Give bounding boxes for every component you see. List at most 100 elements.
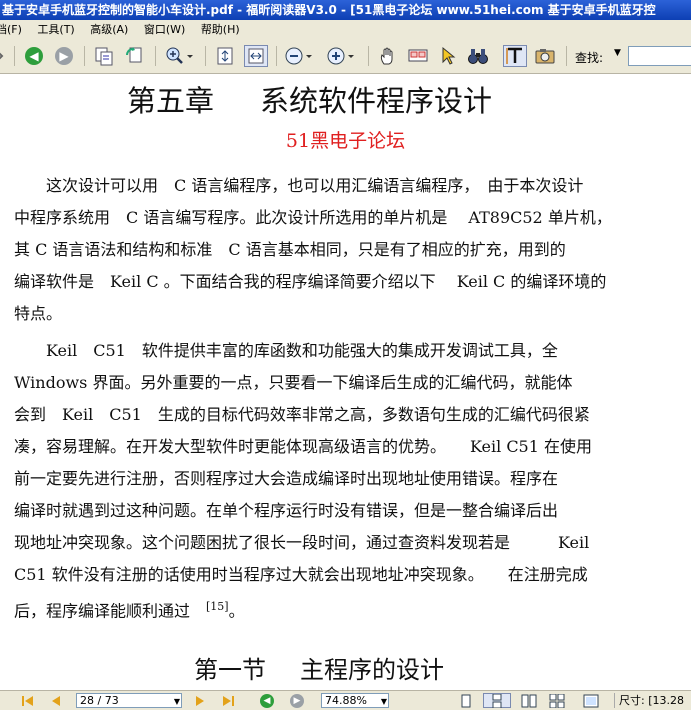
forward-arrow-icon: ▶ — [55, 47, 73, 65]
full-screen-icon — [583, 694, 599, 707]
next-page-button[interactable] — [192, 693, 208, 708]
first-page-button[interactable] — [20, 693, 36, 708]
status-bar: 28 / 73 ▼ ◀ ▶ 74.88% ▼ 尺寸: [13.28 — [0, 690, 691, 710]
continuous-facing-icon — [549, 693, 565, 708]
zoom-dropdown-icon[interactable]: ▼ — [381, 695, 387, 708]
page-size-label: 尺寸: [13.28 — [614, 693, 691, 708]
previous-page-button[interactable] — [48, 693, 64, 708]
citation-marker: [15] — [206, 600, 229, 613]
text-line: C51 软件没有注册的话使用时当程序过大就会出现地址冲突现象。 在注册完成 — [14, 565, 588, 584]
snapshot-tool-button[interactable] — [533, 45, 557, 67]
arrow-cursor-icon — [442, 46, 456, 65]
toolbar-separator — [368, 46, 369, 66]
fit-width-icon — [248, 48, 264, 64]
paragraph-1: 这次设计可以用 C 语言编程序，也可以用汇编语言编程序， 由于本次设计 中程序系… — [14, 170, 664, 330]
select-tool-button[interactable] — [436, 45, 460, 67]
single-page-view-button[interactable] — [455, 693, 477, 708]
full-screen-button[interactable] — [580, 693, 602, 708]
single-page-icon — [461, 694, 471, 707]
menu-window[interactable]: 窗口(W) — [138, 20, 191, 39]
text-line: 编译软件是 Keil C 。下面结合我的程序编译简要介绍以下 Keil C 的编… — [14, 272, 607, 291]
text-line: 前一定要先进行注册，否则程序过大会造成编译时出现地址使用错误。程序在 — [14, 469, 559, 488]
zoom-out-button[interactable] — [282, 45, 316, 67]
zoom-in-tool-button[interactable] — [162, 45, 196, 67]
rotate-view-button[interactable] — [122, 45, 146, 67]
fit-page-icon — [217, 47, 233, 65]
find-input[interactable] — [628, 46, 691, 66]
continuous-view-button[interactable] — [483, 693, 511, 708]
copy-page-button[interactable] — [92, 45, 116, 67]
menu-tools[interactable]: 工具(T) — [31, 20, 80, 39]
page-number-field[interactable]: 28 / 73 ▼ — [76, 693, 182, 708]
last-page-button[interactable] — [220, 693, 236, 708]
text-line-last: 后，程序编译能顺利通过 [15]。 — [14, 591, 664, 623]
zoom-in-icon — [327, 47, 354, 65]
last-page-icon — [223, 695, 234, 706]
paragraph-2: Keil C51 软件提供丰富的库函数和功能强大的集成开发调试工具，全 Wind… — [14, 335, 664, 623]
facing-view-button[interactable] — [518, 693, 540, 708]
continuous-facing-view-button[interactable] — [546, 693, 568, 708]
menu-bar: 档(F) 工具(T) 高级(A) 窗口(W) 帮助(H) — [0, 20, 691, 39]
page-number-value: 28 / 73 — [80, 694, 119, 707]
text-line: 编译时就遇到过这种问题。在单个程序运行时没有错误，但是一整合编译后出 — [14, 501, 559, 520]
text-line: 其 C 语言语法和结构和标准 C 语言基本相同，只是有了相应的扩充，用到的 — [14, 240, 566, 259]
copy-pages-icon — [95, 47, 113, 66]
previous-page-icon — [52, 695, 60, 706]
menu-advanced[interactable]: 高级(A) — [84, 20, 134, 39]
fit-page-button[interactable] — [213, 45, 237, 67]
search-button[interactable] — [466, 45, 490, 67]
text-line: Windows 界面。另外重要的一点，只要看一下编译后生成的汇编代码，就能体 — [14, 373, 573, 392]
text-line: Keil C51 软件提供丰富的库函数和功能强大的集成开发调试工具，全 — [14, 341, 558, 360]
text-line-content: 后，程序编译能顺利通过 — [14, 601, 207, 621]
menu-file[interactable]: 档(F) — [0, 20, 28, 39]
watermark-subtitle: 51黑电子论坛 — [285, 130, 406, 152]
find-options-chevron-icon[interactable]: ▼ — [614, 48, 621, 58]
find-label: 查找: — [575, 51, 604, 65]
history-back-button[interactable]: ◀ — [258, 693, 276, 708]
toolbar-separator — [276, 46, 277, 66]
text-line: 中程序系统用 C 语言编写程序。此次设计所选用的单片机是 AT89C52 单片机… — [14, 208, 612, 227]
window-title-bar: 基于安卓手机蓝牙控制的智能小车设计.pdf - 福昕阅读器V3.0 - [51黑… — [0, 0, 691, 20]
toolbar-separator — [14, 46, 15, 66]
toolbar: ◀ ▶ 查找: ▼ — [0, 39, 691, 74]
toolbar-separator — [155, 46, 156, 66]
loupe-tool-button[interactable] — [406, 45, 430, 67]
binoculars-icon — [468, 49, 488, 64]
text-select-tool-button[interactable] — [503, 45, 527, 67]
toolbar-separator — [566, 46, 567, 66]
document-page: 第五章 系统软件程序设计 51黑电子论坛 这次设计可以用 C 语言编程序，也可以用… — [0, 74, 691, 690]
section-title: 主程序的设计 — [300, 656, 444, 684]
first-page-icon — [22, 695, 33, 706]
toolbar-separator — [84, 46, 85, 66]
text-line-end: 。 — [228, 601, 245, 621]
back-arrow-icon: ◀ — [25, 47, 43, 65]
text-line: 特点。 — [14, 304, 63, 323]
page-dropdown-icon[interactable]: ▼ — [174, 695, 180, 708]
toolbar-overflow-icon[interactable] — [0, 45, 12, 67]
history-forward-icon: ▶ — [290, 693, 304, 708]
menu-help[interactable]: 帮助(H) — [195, 20, 246, 39]
hand-tool-button[interactable] — [376, 45, 400, 67]
history-forward-button[interactable]: ▶ — [288, 693, 306, 708]
chapter-title: 系统软件程序设计 — [260, 84, 493, 118]
text-line: 会到 Keil C51 生成的目标代码效率非常之高，多数语句生成的汇编代码很紧 — [14, 405, 590, 424]
text-select-icon — [506, 47, 522, 64]
continuous-page-icon — [492, 693, 502, 708]
section-number: 第一节 — [194, 656, 266, 684]
zoom-out-icon — [285, 47, 312, 65]
text-line: 这次设计可以用 C 语言编程序，也可以用汇编语言编程序， 由于本次设计 — [14, 176, 584, 195]
chapter-heading: 第五章 系统软件程序设计 — [127, 78, 492, 120]
hand-icon — [380, 47, 393, 65]
window-title: 基于安卓手机蓝牙控制的智能小车设计.pdf - 福昕阅读器V3.0 - [51黑… — [2, 3, 656, 17]
facing-pages-icon — [521, 694, 537, 707]
zoom-in-button[interactable] — [324, 45, 358, 67]
forward-button[interactable]: ▶ — [52, 45, 76, 67]
loupe-icon — [408, 49, 428, 62]
zoom-level-field[interactable]: 74.88% ▼ — [321, 693, 389, 708]
rotate-pages-icon — [126, 47, 142, 63]
next-page-icon — [196, 695, 204, 706]
back-button[interactable]: ◀ — [22, 45, 46, 67]
fit-width-button[interactable] — [244, 45, 268, 67]
history-back-icon: ◀ — [260, 693, 274, 708]
camera-icon — [535, 49, 555, 64]
